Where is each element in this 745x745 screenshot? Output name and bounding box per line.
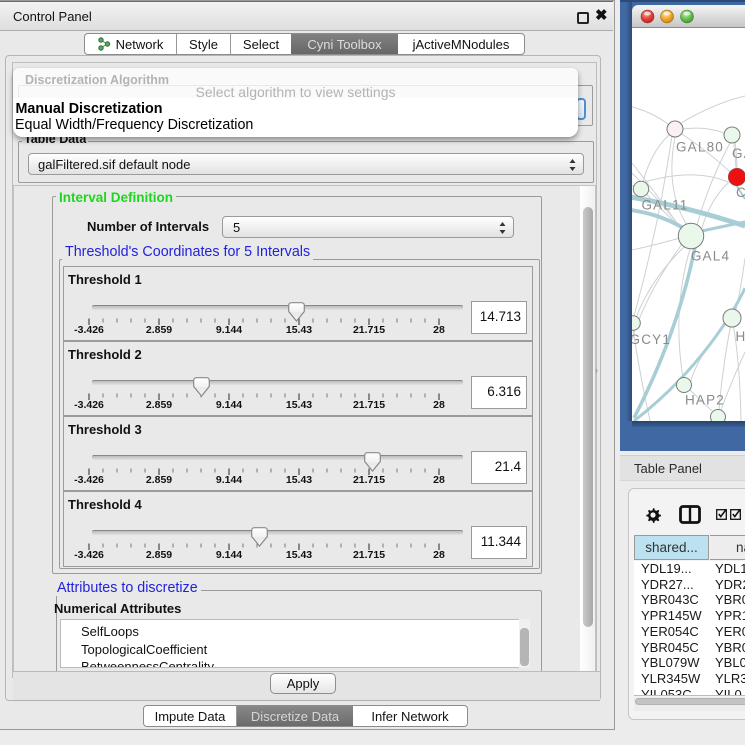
svg-text:GAL11: GAL11	[641, 198, 688, 213]
svg-text:GAL4: GAL4	[691, 249, 730, 264]
svg-text:GAL3: GAL3	[732, 146, 745, 161]
svg-text:HAP2: HAP2	[685, 393, 725, 408]
svg-text:GAL80: GAL80	[676, 140, 724, 155]
svg-text:CYC1: CYC1	[736, 185, 745, 200]
svg-text:HIS4: HIS4	[736, 329, 745, 344]
svg-text:GCY1: GCY1	[632, 332, 671, 347]
